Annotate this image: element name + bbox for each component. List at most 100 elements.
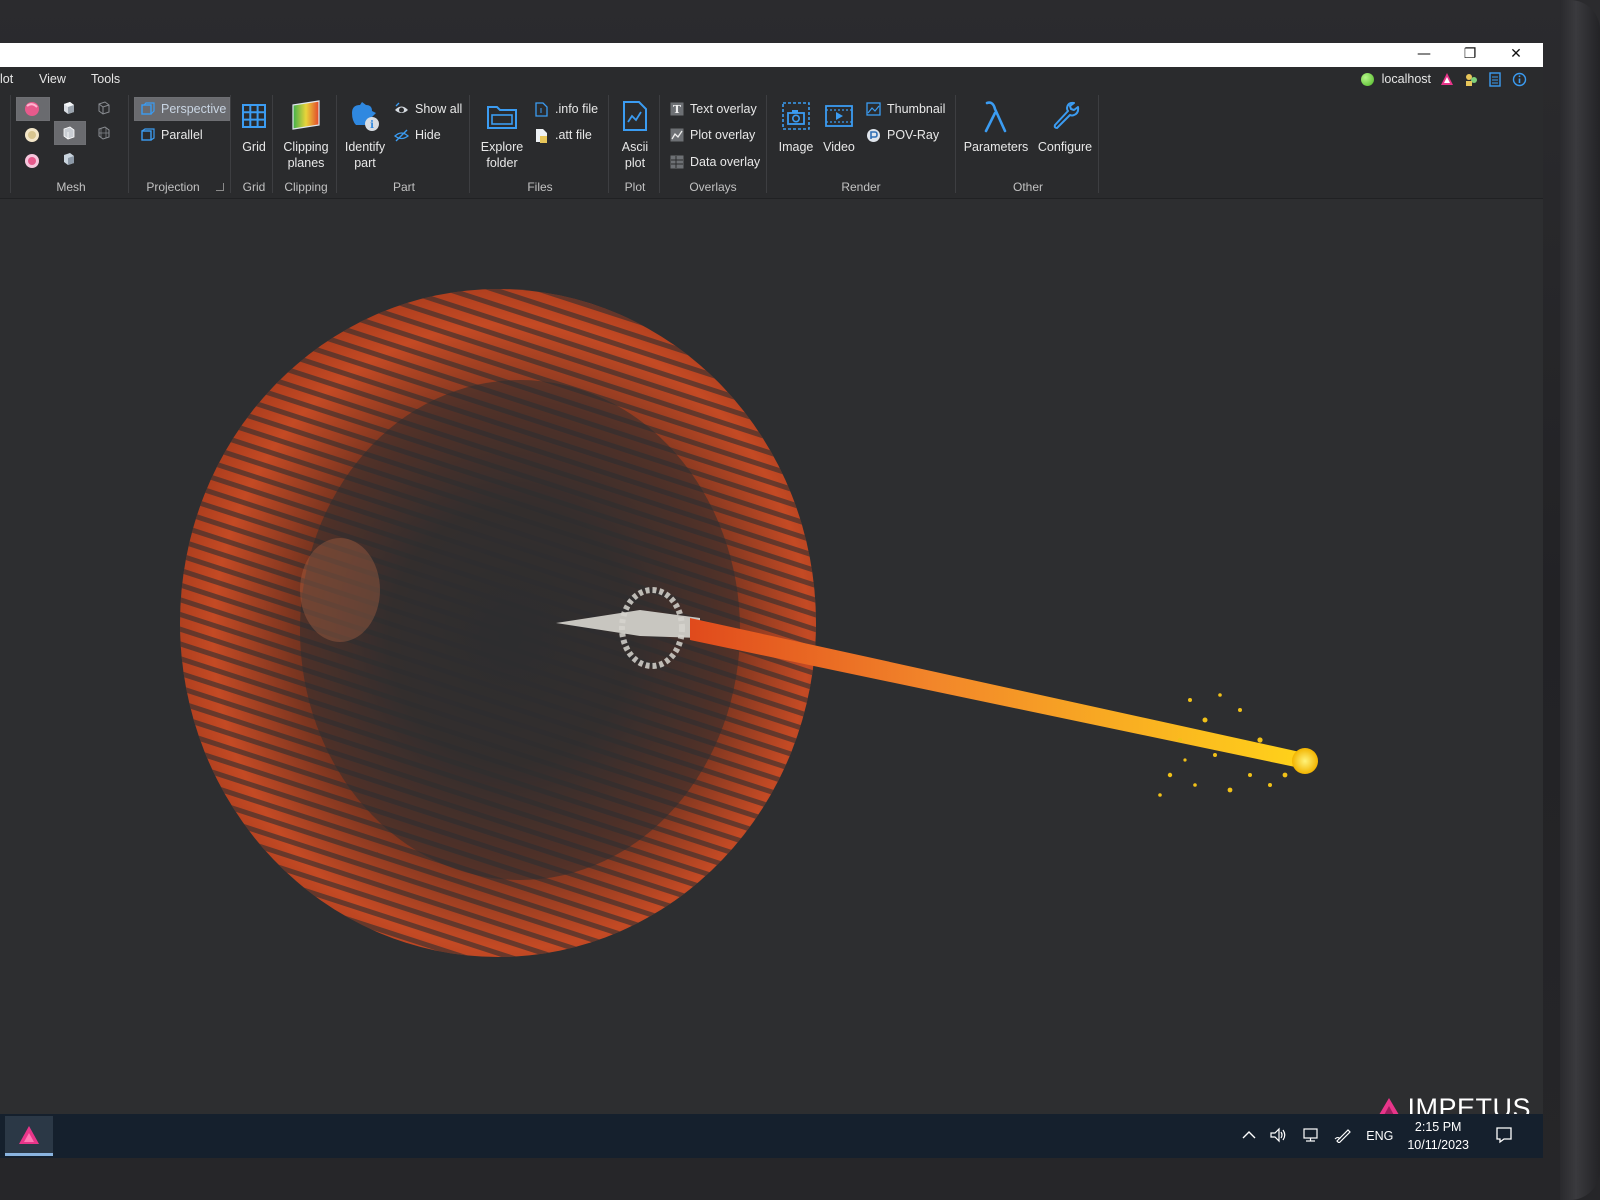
plot-overlay-icon — [669, 128, 684, 143]
svg-text:T: T — [672, 103, 681, 116]
chevron-up-icon[interactable] — [1242, 1129, 1256, 1143]
parameters-button[interactable]: Parameters — [963, 99, 1029, 155]
cube-wire-solid-icon[interactable] — [61, 125, 77, 144]
clock-time: 2:15 PM — [1414, 1120, 1462, 1134]
wrench-icon — [1048, 99, 1082, 133]
video-label: Video — [823, 140, 855, 154]
cube-solid-icon[interactable] — [61, 100, 77, 119]
minimize-button[interactable]: — — [1401, 43, 1447, 67]
restore-button[interactable]: ❐ — [1447, 43, 1493, 67]
show-all-label: Show all — [415, 102, 463, 116]
divider — [336, 95, 337, 193]
cube-wireframe-icon[interactable] — [96, 125, 112, 144]
clock[interactable]: 2:15 PM 10/11/2023 — [1407, 1118, 1469, 1154]
menu-bar: lot View Tools localhost — [0, 67, 1543, 91]
title-bar: — ❐ ✕ — [0, 43, 1543, 67]
impetus-app-icon — [19, 1125, 39, 1144]
perspective-icon — [140, 102, 155, 117]
hide-eye-icon — [394, 128, 409, 143]
info-icon[interactable] — [1511, 71, 1527, 87]
monitor-edge — [1560, 0, 1600, 1200]
divider — [1098, 95, 1099, 193]
mesh-surface-icon[interactable] — [23, 152, 41, 173]
perspective-button[interactable]: Perspective — [140, 99, 226, 119]
clipping-planes-label-1: Clipping — [283, 140, 329, 154]
info-file-button[interactable]: .info file — [534, 99, 598, 119]
cube-outline-icon[interactable] — [96, 100, 112, 119]
render-group-label: Render — [841, 180, 881, 194]
speaker-icon[interactable] — [1270, 1127, 1288, 1146]
clipping-planes-icon — [289, 99, 323, 133]
language-indicator[interactable]: ENG — [1366, 1129, 1393, 1143]
thumbnail-label: Thumbnail — [887, 102, 946, 116]
eye-icon — [394, 102, 409, 117]
plot-overlay-button[interactable]: Plot overlay — [669, 125, 755, 145]
log-icon[interactable] — [1487, 71, 1503, 87]
grid-label: Grid — [242, 140, 266, 154]
hide-button[interactable]: Hide — [394, 125, 441, 145]
divider — [230, 95, 231, 193]
divider — [608, 95, 609, 193]
image-button[interactable]: Image — [776, 99, 816, 155]
att-file-button[interactable]: .att file — [534, 125, 592, 145]
simulation-render — [180, 289, 1318, 957]
info-file-label: .info file — [555, 102, 599, 116]
menu-tools[interactable]: Tools — [91, 72, 120, 86]
thumbnail-button[interactable]: Thumbnail — [866, 99, 945, 119]
povray-label: POV-Ray — [887, 128, 940, 142]
data-overlay-button[interactable]: Data overlay — [669, 152, 760, 172]
system-tray: ENG 2:15 PM 10/11/2023 — [1242, 1114, 1513, 1158]
identify-part-button[interactable]: i Identify part — [342, 99, 388, 171]
ascii-plot-button[interactable]: Ascii plot — [615, 99, 655, 171]
notifications-icon[interactable] — [1495, 1126, 1513, 1147]
povray-button[interactable]: POV-Ray — [866, 125, 939, 145]
video-button[interactable]: Video — [820, 99, 858, 155]
app-window: — ❐ ✕ lot View Tools localhost Mesh Pers… — [0, 43, 1543, 1158]
svg-text:i: i — [370, 120, 374, 131]
overlays-group-label: Overlays — [689, 180, 737, 194]
povray-icon — [866, 128, 881, 143]
close-button[interactable]: ✕ — [1493, 43, 1539, 67]
configure-button[interactable]: Configure — [1035, 99, 1095, 155]
show-all-button[interactable]: Show all — [394, 99, 462, 119]
divider — [10, 95, 11, 193]
pen-icon[interactable] — [1334, 1127, 1352, 1146]
3d-viewport[interactable]: IMPETUS — [0, 200, 1543, 1128]
hide-label: Hide — [415, 128, 441, 142]
grid-group-label: Grid — [242, 180, 266, 194]
menu-view[interactable]: View — [39, 72, 66, 86]
divider — [659, 95, 660, 193]
files-group-label: Files — [527, 180, 553, 194]
menu-plot[interactable]: lot — [0, 72, 13, 86]
identify-part-label-2: part — [354, 156, 376, 170]
identify-part-label-1: Identify — [344, 140, 386, 154]
parallel-icon — [140, 128, 155, 143]
part-group-label: Part — [392, 180, 415, 194]
perspective-label: Perspective — [161, 102, 227, 116]
mesh-solid-icon[interactable] — [23, 100, 41, 121]
projection-group-label: Projection — [146, 180, 200, 194]
data-overlay-label: Data overlay — [690, 155, 761, 169]
network-icon[interactable] — [1302, 1127, 1320, 1146]
parameters-label: Parameters — [963, 140, 1029, 154]
identify-part-icon: i — [348, 99, 382, 133]
parallel-label: Parallel — [161, 128, 203, 142]
configure-label: Configure — [1037, 140, 1093, 154]
att-file-label: .att file — [555, 128, 592, 142]
mesh-shell-icon[interactable] — [23, 126, 41, 147]
server-label[interactable]: localhost — [1382, 72, 1431, 86]
cube-flat-icon[interactable] — [61, 151, 77, 170]
status-area: localhost — [1360, 71, 1527, 87]
taskbar: ENG 2:15 PM 10/11/2023 — [0, 1114, 1543, 1158]
users-icon[interactable] — [1463, 71, 1479, 87]
explore-folder-label-2: folder — [486, 156, 518, 170]
taskbar-app-button[interactable] — [5, 1116, 53, 1156]
text-overlay-button[interactable]: T Text overlay — [669, 99, 757, 119]
clipping-planes-button[interactable]: Clipping planes — [278, 99, 334, 171]
projection-expand-icon[interactable] — [216, 183, 224, 191]
grid-button[interactable]: Grid — [238, 99, 270, 155]
parallel-button[interactable]: Parallel — [140, 125, 203, 145]
impetus-icon[interactable] — [1439, 71, 1455, 87]
clipping-planes-label-2: planes — [287, 156, 325, 170]
explore-folder-button[interactable]: Explore folder — [477, 99, 527, 171]
